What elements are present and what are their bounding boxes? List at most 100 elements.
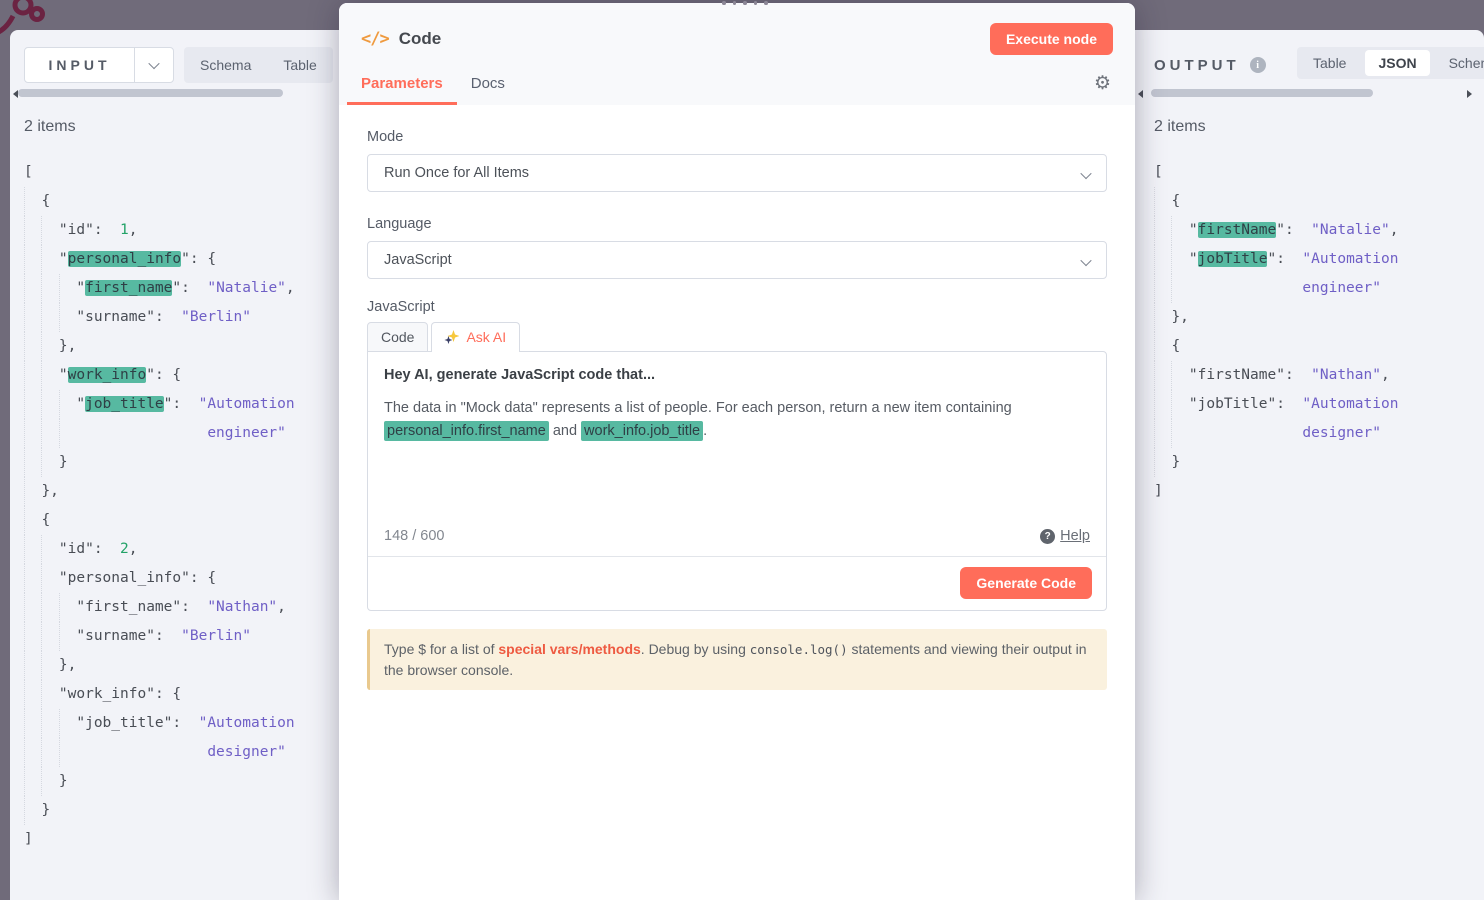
input-panel: INPUT Schema Table 2 items [{"id": 1,"pe… <box>10 30 340 900</box>
chevron-down-icon <box>148 58 159 69</box>
input-panel-title: INPUT <box>25 48 134 82</box>
json-line: engineer" <box>24 419 295 448</box>
prompt-editor[interactable]: Hey AI, generate JavaScript code that...… <box>368 352 1106 524</box>
scrollbar-thumb[interactable] <box>18 89 283 97</box>
json-line: "firstName": "Natalie", <box>1154 216 1398 245</box>
json-line: "firstName": "Nathan", <box>1154 361 1398 390</box>
json-key-highlight[interactable]: firstName <box>1198 222 1277 238</box>
json-line: "work_info": { <box>24 680 295 709</box>
mode-select[interactable]: Run Once for All Items <box>367 154 1107 192</box>
help-icon: ? <box>1040 529 1055 544</box>
tab-schema[interactable]: Schema <box>1433 47 1484 79</box>
ask-ai-label: Ask AI <box>466 329 506 345</box>
json-line: "personal_info": { <box>24 245 295 274</box>
code-node-icon: </> <box>361 29 389 49</box>
mode-label: Mode <box>367 129 1107 145</box>
generate-code-button[interactable]: Generate Code <box>960 567 1092 599</box>
json-line: "first_name": "Natalie", <box>24 274 295 303</box>
json-line: [ <box>1154 158 1398 187</box>
json-line: "work_info": { <box>24 361 295 390</box>
input-json-view: [{"id": 1,"personal_info": {"first_name"… <box>24 158 295 854</box>
prompt-heading: Hey AI, generate JavaScript code that... <box>384 367 1090 383</box>
char-counter: 148 / 600 <box>384 528 444 544</box>
json-line: "job_title": "Automation <box>24 709 295 738</box>
json-line: { <box>24 506 295 535</box>
json-line: "first_name": "Nathan", <box>24 593 295 622</box>
scroll-left-icon[interactable] <box>1138 90 1143 98</box>
prompt-field-token[interactable]: work_info.job_title <box>581 421 703 441</box>
modal-body: Mode Run Once for All Items Language Jav… <box>339 105 1135 690</box>
json-line: }, <box>24 651 295 680</box>
scrollbar-thumb[interactable] <box>1151 89 1373 97</box>
drag-handle[interactable] <box>722 1 768 5</box>
json-line: designer" <box>24 738 295 767</box>
code-node-modal: </> Code Execute node Parameters Docs ⚙ … <box>339 3 1135 900</box>
info-icon[interactable]: i <box>1250 57 1266 73</box>
input-horizontal-scrollbar[interactable] <box>10 88 340 100</box>
tab-code[interactable]: Code <box>367 322 428 352</box>
tab-docs[interactable]: Docs <box>457 65 519 105</box>
execute-node-button[interactable]: Execute node <box>990 23 1113 55</box>
help-link[interactable]: ? Help <box>1040 528 1090 544</box>
json-line: { <box>24 187 295 216</box>
input-items-count: 2 items <box>24 118 76 136</box>
json-key-highlight[interactable]: personal_info <box>68 251 182 267</box>
json-line: }, <box>1154 303 1398 332</box>
chevron-down-icon <box>1080 168 1091 179</box>
json-line: ] <box>1154 477 1398 506</box>
json-line: "id": 2, <box>24 535 295 564</box>
output-items-count: 2 items <box>1154 118 1206 136</box>
tab-table[interactable]: Table <box>1297 47 1362 79</box>
mode-value: Run Once for All Items <box>384 165 529 181</box>
output-panel: OUTPUT i Table JSON Schema 2 items [{"fi… <box>1135 30 1484 900</box>
tab-schema[interactable]: Schema <box>184 49 267 81</box>
javascript-section-label: JavaScript <box>367 299 1107 315</box>
json-line: "id": 1, <box>24 216 295 245</box>
json-line: "jobTitle": "Automation <box>1154 245 1398 274</box>
modal-tabs: Parameters Docs <box>347 65 519 105</box>
json-line: } <box>1154 448 1398 477</box>
output-json-view: [{"firstName": "Natalie","jobTitle": "Au… <box>1154 158 1398 506</box>
node-title: Code <box>399 29 442 49</box>
json-line: }, <box>24 332 295 361</box>
output-horizontal-scrollbar[interactable] <box>1135 88 1484 100</box>
json-key-highlight[interactable]: jobTitle <box>1198 251 1268 267</box>
json-line: } <box>24 448 295 477</box>
json-line: "job_title": "Automation <box>24 390 295 419</box>
prompt-text: The data in "Mock data" represents a lis… <box>384 397 1089 443</box>
prompt-footer: 148 / 600 ? Help <box>368 524 1106 556</box>
json-line: "surname": "Berlin" <box>24 622 295 651</box>
input-source-dropdown-toggle[interactable] <box>135 48 173 82</box>
modal-header: </> Code Execute node Parameters Docs ⚙ <box>339 3 1135 105</box>
language-select[interactable]: JavaScript <box>367 241 1107 279</box>
json-line: designer" <box>1154 419 1398 448</box>
output-panel-title: OUTPUT <box>1154 57 1240 74</box>
input-source-select[interactable]: INPUT <box>24 47 174 83</box>
ask-ai-prompt-box: Hey AI, generate JavaScript code that...… <box>367 351 1107 611</box>
json-line: engineer" <box>1154 274 1398 303</box>
tab-parameters[interactable]: Parameters <box>347 65 457 105</box>
input-view-tabs: Schema Table <box>184 47 333 83</box>
json-line: "surname": "Berlin" <box>24 303 295 332</box>
tab-json[interactable]: JSON <box>1365 50 1429 76</box>
json-line: "jobTitle": "Automation <box>1154 390 1398 419</box>
language-label: Language <box>367 216 1107 232</box>
language-value: JavaScript <box>384 252 452 268</box>
json-key-highlight[interactable]: job_title <box>85 396 164 412</box>
special-vars-link[interactable]: special vars/methods <box>498 641 640 657</box>
n8n-node-detail-view: { "colors": { "accent": "#ff6d5a", "high… <box>0 0 1484 900</box>
json-line: { <box>1154 332 1398 361</box>
json-line: { <box>1154 187 1398 216</box>
json-line: [ <box>24 158 295 187</box>
prompt-field-token[interactable]: personal_info.first_name <box>384 421 549 441</box>
json-line: "personal_info": { <box>24 564 295 593</box>
gear-icon[interactable]: ⚙ <box>1094 74 1111 93</box>
tab-table[interactable]: Table <box>267 49 332 81</box>
json-line: }, <box>24 477 295 506</box>
json-line: } <box>24 767 295 796</box>
json-key-highlight[interactable]: first_name <box>85 280 172 296</box>
scroll-right-icon[interactable] <box>1467 90 1472 98</box>
tab-ask-ai[interactable]: Ask AI <box>431 322 520 352</box>
json-line: ] <box>24 825 295 854</box>
json-key-highlight[interactable]: work_info <box>68 367 147 383</box>
